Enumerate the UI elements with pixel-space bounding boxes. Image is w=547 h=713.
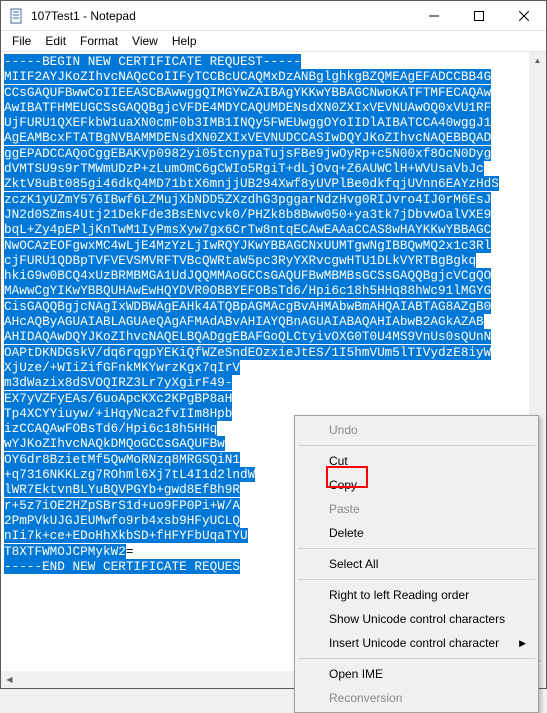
ctx-separator: [298, 548, 535, 549]
menu-file[interactable]: File: [5, 32, 38, 50]
ctx-insert-unicode[interactable]: Insert Unicode control character ▶: [297, 631, 536, 655]
ctx-rtl[interactable]: Right to left Reading order: [297, 583, 536, 607]
notepad-app-icon: [9, 8, 25, 24]
ctx-insert-unicode-label: Insert Unicode control character: [329, 636, 499, 650]
menu-help[interactable]: Help: [165, 32, 204, 50]
scroll-left-arrow-icon[interactable]: ◀: [1, 671, 18, 688]
context-menu: Undo Cut Copy Paste Delete Select All Ri…: [294, 415, 539, 713]
ctx-delete[interactable]: Delete: [297, 521, 536, 545]
scroll-up-arrow-icon[interactable]: ▲: [529, 52, 546, 69]
ctx-undo-label: Undo: [329, 423, 358, 437]
ctx-reconversion[interactable]: Reconversion: [297, 686, 536, 710]
close-button[interactable]: [501, 1, 546, 30]
ctx-select-all-label: Select All: [329, 557, 378, 571]
submenu-arrow-icon: ▶: [519, 638, 526, 649]
ctx-open-ime-label: Open IME: [329, 667, 383, 681]
ctx-select-all[interactable]: Select All: [297, 552, 536, 576]
ctx-open-ime[interactable]: Open IME: [297, 662, 536, 686]
ctx-delete-label: Delete: [329, 526, 364, 540]
titlebar: 107Test1 - Notepad: [1, 1, 546, 31]
menu-view[interactable]: View: [125, 32, 165, 50]
window-controls: [411, 1, 546, 30]
ctx-copy-label: Copy: [329, 478, 357, 492]
menubar: File Edit Format View Help: [1, 31, 546, 51]
ctx-copy[interactable]: Copy: [297, 473, 536, 497]
ctx-cut-label: Cut: [329, 454, 348, 468]
ctx-undo[interactable]: Undo: [297, 418, 536, 442]
ctx-reconversion-label: Reconversion: [329, 691, 402, 705]
menu-format[interactable]: Format: [73, 32, 125, 50]
ctx-separator: [298, 579, 535, 580]
ctx-rtl-label: Right to left Reading order: [329, 588, 469, 602]
window-title: 107Test1 - Notepad: [31, 9, 411, 23]
maximize-button[interactable]: [456, 1, 501, 30]
ctx-show-unicode[interactable]: Show Unicode control characters: [297, 607, 536, 631]
ctx-paste-label: Paste: [329, 502, 360, 516]
ctx-show-unicode-label: Show Unicode control characters: [329, 612, 505, 626]
minimize-button[interactable]: [411, 1, 456, 30]
ctx-paste[interactable]: Paste: [297, 497, 536, 521]
ctx-cut[interactable]: Cut: [297, 449, 536, 473]
menu-edit[interactable]: Edit: [38, 32, 73, 50]
ctx-separator: [298, 658, 535, 659]
ctx-separator: [298, 445, 535, 446]
